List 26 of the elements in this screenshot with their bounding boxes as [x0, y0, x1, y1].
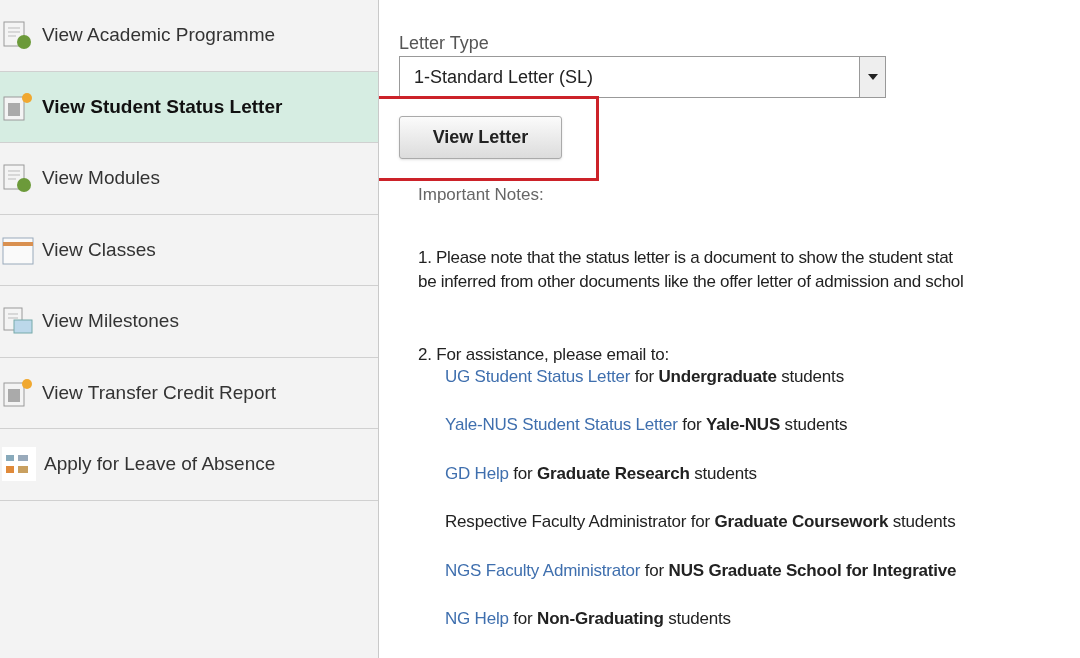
sidebar-item[interactable]: View Milestones: [0, 286, 378, 358]
email-link[interactable]: GD Help: [445, 463, 509, 483]
sidebar-item[interactable]: View Modules: [0, 143, 378, 215]
email-link[interactable]: UG Student Status Letter: [445, 366, 631, 386]
contact-line: NGS Faculty Administrator for NUS Graduate School for Integrative: [445, 559, 958, 582]
contact-line: NG Help for Non-Graduating students: [445, 608, 732, 630]
contact-line: Yale-NUS Student Status Letter for Yale-NUS students: [445, 414, 849, 436]
note-text: 2. For assistance, please email to:: [418, 343, 670, 366]
note-text: be inferred from other documents like the offer letter of admission and schol: [418, 270, 965, 293]
email-link[interactable]: Yale-NUS Student Status Letter: [445, 415, 678, 434]
sidebar-item[interactable]: Apply for Leave of Absence: [0, 429, 378, 501]
letter-type-dropdown[interactable]: 1-Standard Letter (SL): [399, 56, 886, 98]
contact-line: UG Student Status Letter for Undergraduate students: [445, 365, 845, 388]
sidebar-item[interactable]: View Academic Programme: [0, 0, 378, 72]
contact-line: GD Help for Graduate Research students: [445, 462, 758, 485]
sidebar-item[interactable]: View Classes: [0, 214, 378, 286]
email-link[interactable]: NGS Faculty Administrator: [445, 560, 641, 580]
contact-line: Respective Faculty Administrator for Graduate Coursework students: [445, 511, 957, 533]
sidebar-item[interactable]: View Transfer Credit Report: [0, 357, 378, 429]
view-letter-button[interactable]: View Letter: [399, 116, 562, 159]
document-icon: [2, 90, 34, 123]
sidebar-item[interactable]: View Student Status Letter: [0, 71, 378, 143]
note-text: 1. Please note that the status letter is a document to show the student stat: [418, 246, 954, 269]
field-label: Letter Type: [399, 32, 490, 54]
notes-heading: Important Notes:: [418, 184, 545, 206]
email-link[interactable]: NG Help: [445, 609, 509, 628]
